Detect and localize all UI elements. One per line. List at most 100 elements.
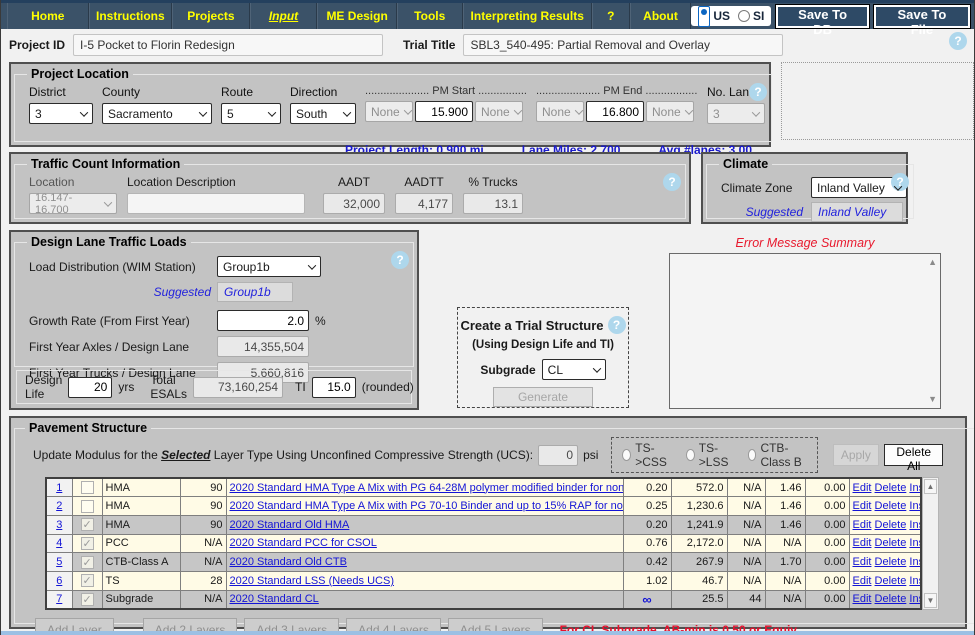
pm-end-input[interactable] — [586, 101, 644, 122]
nav-interpreting-results[interactable]: Interpreting Results — [462, 3, 592, 29]
route-select[interactable]: 5 — [221, 103, 281, 124]
project-id-label: Project ID — [9, 38, 66, 52]
material-link[interactable]: 2020 Standard HMA Type A Mix with PG 70-… — [230, 500, 623, 512]
project-location-help-icon[interactable]: ? — [749, 83, 767, 101]
row-number-link[interactable]: 4 — [56, 537, 62, 549]
layer-checkbox[interactable] — [80, 574, 94, 588]
wim-select[interactable]: Group1b — [217, 256, 321, 277]
trial-structure-box: Create a Trial Structure ? (Using Design… — [457, 307, 629, 408]
nav-input[interactable]: Input — [249, 3, 318, 29]
edit-link[interactable]: Edit — [853, 556, 872, 568]
row-number-link[interactable]: 6 — [56, 575, 62, 587]
row-number-link[interactable]: 3 — [56, 519, 62, 531]
aadtt-input[interactable] — [395, 193, 453, 214]
no-lanes-select[interactable]: 3 — [707, 103, 765, 124]
delete-link[interactable]: Delete — [875, 500, 907, 512]
generate-button[interactable]: Generate — [493, 387, 593, 407]
material-link[interactable]: 2020 Standard HMA Type A Mix with PG 64-… — [230, 482, 623, 494]
ucs-input[interactable] — [538, 444, 579, 466]
nav-me-design[interactable]: ME Design — [317, 3, 397, 29]
design-life-input[interactable] — [68, 376, 113, 398]
delete-link[interactable]: Delete — [875, 482, 907, 494]
apply-button[interactable]: Apply — [832, 444, 879, 466]
table-scrollbar[interactable]: ▲ ▼ — [922, 477, 939, 610]
insert-link[interactable]: Insert — [909, 556, 920, 568]
location-desc-input[interactable] — [127, 193, 305, 214]
delete-link[interactable]: Delete — [875, 519, 907, 531]
delete-link[interactable]: Delete — [875, 537, 907, 549]
scroll-up-icon[interactable]: ▲ — [928, 258, 937, 267]
layer-checkbox[interactable] — [80, 592, 94, 606]
nav-tools[interactable]: Tools — [396, 3, 463, 29]
delete-link[interactable]: Delete — [875, 575, 907, 587]
district-select[interactable]: 3 — [29, 103, 93, 124]
nav-instructions[interactable]: Instructions — [88, 3, 173, 29]
row-number-link[interactable]: 5 — [56, 556, 62, 568]
pm-start-unit-select[interactable]: None — [365, 101, 413, 122]
material-link[interactable]: 2020 Standard Old HMA — [230, 519, 350, 531]
growth-rate-input[interactable] — [217, 310, 309, 331]
material-link[interactable]: 2020 Standard Old CTB — [230, 556, 347, 568]
traffic-count-help-icon[interactable]: ? — [663, 173, 681, 191]
ts-css-radio-option[interactable]: TS->CSS — [622, 441, 670, 469]
edit-link[interactable]: Edit — [853, 537, 872, 549]
pm-start-unit2-select[interactable]: None — [475, 101, 523, 122]
trucks-input[interactable] — [463, 193, 523, 214]
project-id-input[interactable] — [73, 34, 384, 56]
subgrade-select[interactable]: CL — [541, 359, 606, 380]
direction-select[interactable]: South — [290, 103, 356, 124]
unit-us-option[interactable]: US — [698, 5, 730, 27]
ts-lss-radio-option[interactable]: TS->LSS — [686, 441, 732, 469]
edit-link[interactable]: Edit — [853, 593, 872, 605]
material-link[interactable]: 2020 Standard CL — [230, 593, 319, 605]
unit-si-option[interactable]: SI — [738, 9, 764, 23]
insert-link[interactable]: Insert — [909, 593, 920, 605]
scroll-up-icon[interactable]: ▲ — [924, 479, 937, 494]
insert-link[interactable]: Insert — [909, 500, 920, 512]
pm-end-unit2-select[interactable]: None — [646, 101, 694, 122]
pavement-table-wrap: 1 HMA 90 2020 Standard HMA Type A Mix wi… — [45, 477, 974, 610]
nav-help[interactable]: ? — [591, 3, 630, 29]
ti-input[interactable] — [311, 376, 356, 398]
page-help-icon[interactable]: ? — [949, 32, 967, 50]
row-number-link[interactable]: 7 — [56, 593, 62, 605]
material-link[interactable]: 2020 Standard PCC for CSOL — [230, 537, 377, 549]
delete-link[interactable]: Delete — [875, 593, 907, 605]
layer-checkbox[interactable] — [80, 518, 94, 532]
layer-checkbox[interactable] — [80, 499, 94, 513]
delete-all-button[interactable]: Delete All — [884, 444, 944, 473]
ctb-class-b-radio-option[interactable]: CTB-Class B — [747, 441, 807, 469]
delete-link[interactable]: Delete — [875, 556, 907, 568]
layer-checkbox[interactable] — [80, 536, 94, 550]
aadt-input[interactable] — [323, 193, 385, 214]
row-number-link[interactable]: 1 — [56, 482, 62, 494]
layer-checkbox[interactable] — [80, 555, 94, 569]
save-to-file-button[interactable]: Save To File — [872, 3, 972, 37]
edit-link[interactable]: Edit — [853, 500, 872, 512]
save-to-db-button[interactable]: Save To DB — [775, 3, 870, 37]
insert-link[interactable]: Insert — [909, 482, 920, 494]
nav-about[interactable]: About — [629, 3, 692, 29]
first-year-axles-label: First Year Axles / Design Lane — [29, 339, 190, 354]
pm-end-unit-select[interactable]: None — [536, 101, 584, 122]
pm-start-input[interactable] — [415, 101, 473, 122]
material-link[interactable]: 2020 Standard LSS (Needs UCS) — [230, 575, 394, 587]
trial-structure-help-icon[interactable]: ? — [607, 316, 626, 334]
scroll-down-icon[interactable]: ▼ — [924, 593, 937, 608]
insert-link[interactable]: Insert — [909, 575, 920, 587]
nav-projects[interactable]: Projects — [172, 3, 250, 29]
row-number-link[interactable]: 2 — [56, 500, 62, 512]
scroll-down-icon[interactable]: ▼ — [928, 395, 937, 404]
trial-title-input[interactable] — [463, 34, 784, 56]
layer-value: N/A — [726, 571, 766, 591]
insert-link[interactable]: Insert — [909, 537, 920, 549]
layer-checkbox[interactable] — [80, 481, 94, 495]
insert-link[interactable]: Insert — [909, 519, 920, 531]
edit-link[interactable]: Edit — [853, 519, 872, 531]
edit-link[interactable]: Edit — [853, 575, 872, 587]
county-select[interactable]: Sacramento — [102, 103, 212, 124]
edit-link[interactable]: Edit — [853, 482, 872, 494]
design-loads-help-icon[interactable]: ? — [391, 251, 409, 269]
nav-home[interactable]: Home — [7, 3, 89, 29]
location-select[interactable]: 16.147-16.700 — [29, 192, 117, 216]
